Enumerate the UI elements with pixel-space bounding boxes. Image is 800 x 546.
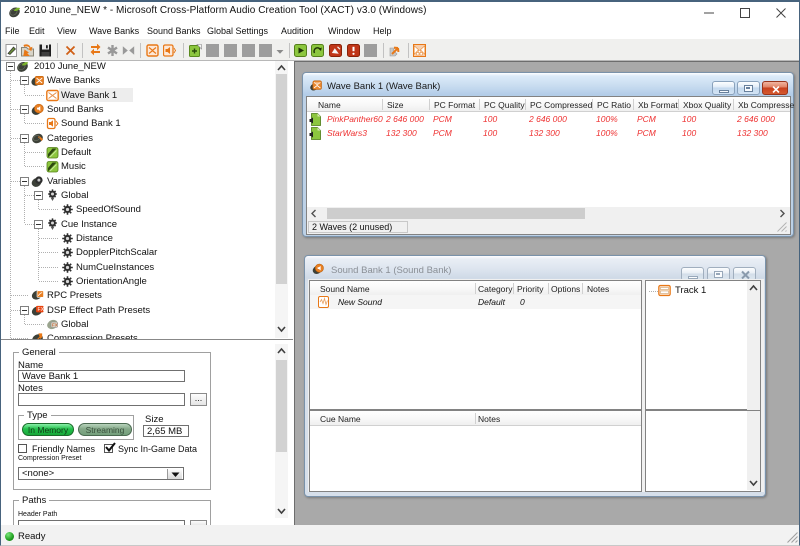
- svg-text:FX: FX: [52, 323, 58, 328]
- svg-text:FX: FX: [38, 307, 45, 313]
